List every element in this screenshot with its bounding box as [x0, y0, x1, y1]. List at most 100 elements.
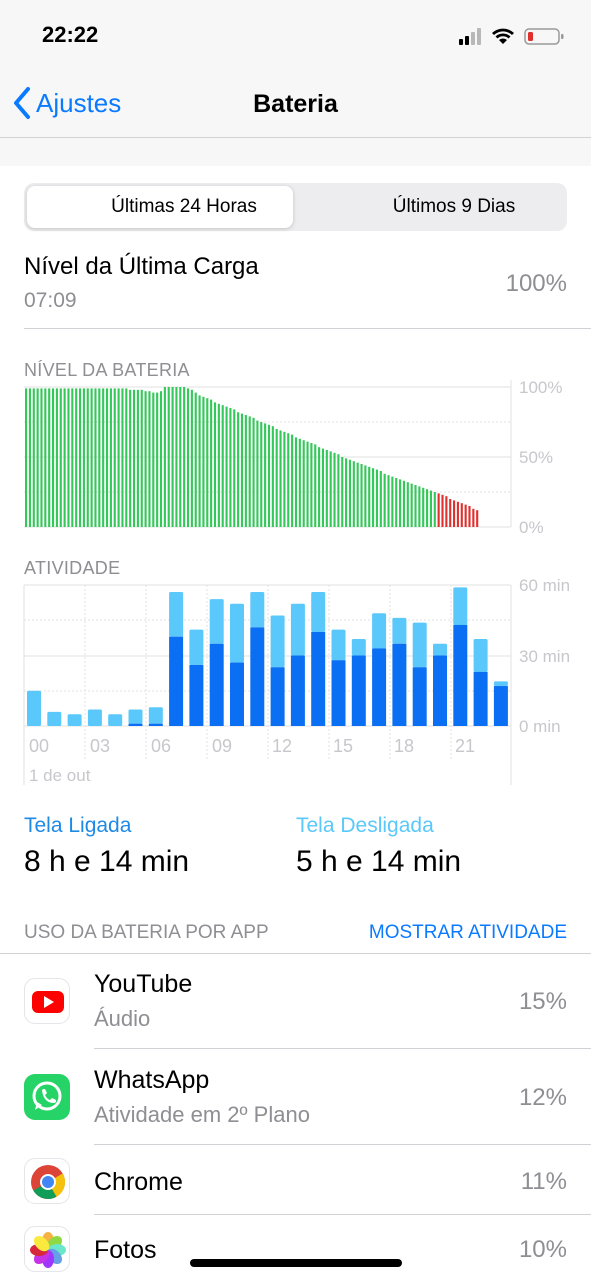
battery-bar [63, 388, 66, 527]
app-row-whatsapp[interactable]: WhatsApp Atividade em 2º Plano 12% [0, 1050, 591, 1145]
activity-bar-screen-off [47, 711, 62, 726]
activity-bar-screen-off [493, 681, 508, 687]
activity-bar-screen-off [189, 629, 204, 665]
battery-bar [441, 494, 444, 527]
battery-bar [264, 423, 267, 527]
activity-x-axis: 00 03 06 09 12 15 18 21 1 de out [29, 736, 475, 785]
chrome-icon [24, 1158, 70, 1204]
activity-bar-screen-on [148, 723, 163, 726]
battery-bar [51, 388, 55, 527]
date-label: 1 de out [29, 766, 91, 785]
activity-bar-screen-off [108, 714, 123, 726]
battery-bar [271, 426, 274, 527]
battery-bar [406, 482, 409, 527]
battery-bar [352, 461, 355, 527]
activity-bar-screen-off [250, 592, 265, 628]
activity-bar-screen-off [270, 615, 285, 668]
battery-bar [287, 433, 290, 527]
battery-bar [67, 388, 70, 527]
activity-bar-screen-off [169, 592, 184, 637]
battery-bar [144, 391, 147, 527]
x-tick-12: 12 [272, 736, 292, 756]
battery-bar [163, 387, 166, 527]
battery-bar [28, 388, 31, 527]
activity-bars [27, 587, 508, 726]
show-activity-button[interactable]: MOSTRAR ATIVIDADE [369, 922, 567, 944]
battery-bar [383, 473, 386, 527]
battery-bar [98, 388, 101, 527]
activity-bar-screen-on [230, 662, 244, 726]
battery-bar [82, 388, 85, 527]
battery-bar [356, 462, 359, 527]
battery-bar [445, 496, 448, 527]
battery-bar [59, 388, 62, 527]
battery-bar [391, 476, 394, 527]
divider [94, 1048, 591, 1049]
screen-off-value: 5 h e 14 min [296, 845, 462, 878]
activity-bar-screen-off [392, 617, 407, 644]
battery-bar [314, 444, 317, 527]
battery-bar [395, 478, 398, 527]
activity-bar-screen-on [453, 624, 468, 726]
activity-bar-screen-on [311, 632, 326, 726]
battery-bar [321, 448, 325, 527]
battery-bar [229, 408, 232, 527]
app-row-photos[interactable]: Fotos 10% [0, 1216, 591, 1280]
activity-bar-screen-on [372, 648, 387, 726]
activity-tick-30: 30 min [519, 647, 570, 666]
activity-bar-screen-off [473, 639, 488, 672]
battery-bar [341, 457, 344, 527]
app-subtitle: Áudio [94, 1006, 151, 1031]
battery-bar [399, 479, 402, 527]
photos-icon [24, 1226, 70, 1272]
battery-bar [283, 431, 286, 527]
battery-bar [183, 387, 186, 527]
activity-bar-screen-off [87, 709, 102, 726]
battery-bar [360, 464, 363, 527]
battery-bar [36, 388, 39, 527]
battery-bar [136, 389, 139, 527]
x-tick-18: 18 [394, 736, 414, 756]
battery-bar [217, 403, 220, 527]
battery-bar [418, 486, 421, 527]
divider [94, 1214, 591, 1215]
app-row-chrome[interactable]: Chrome 11% [0, 1146, 591, 1215]
activity-bar-screen-on [209, 643, 224, 726]
battery-bar [310, 443, 313, 527]
activity-bar-screen-off [453, 587, 468, 625]
activity-bar-screen-off [351, 639, 366, 656]
battery-bar [468, 506, 471, 527]
battery-bar [472, 508, 475, 527]
battery-bar [159, 391, 163, 527]
battery-bar [372, 468, 375, 527]
battery-bar [132, 389, 136, 527]
battery-bar [402, 480, 405, 527]
battery-bar [190, 389, 193, 527]
battery-bar [186, 388, 190, 527]
battery-bar [86, 388, 89, 527]
app-row-youtube[interactable]: YouTube Áudio 15% [0, 954, 591, 1049]
activity-bar-screen-off [148, 707, 163, 724]
activity-bar-screen-off [67, 714, 82, 726]
app-percent: 10% [518, 1236, 567, 1263]
battery-bar [140, 389, 143, 527]
battery-bar [325, 450, 328, 527]
battery-bar [267, 424, 271, 527]
activity-y-axis: 60 min 30 min 0 min [519, 576, 570, 736]
battery-bar [213, 402, 217, 527]
battery-bar [410, 483, 413, 527]
battery-bar [113, 388, 116, 527]
screen-on-value: 8 h e 14 min [24, 845, 190, 878]
activity-bar-screen-on [270, 667, 285, 726]
activity-bar-screen-off [331, 629, 346, 661]
battery-bar [175, 387, 178, 527]
activity-bar-screen-off [412, 622, 427, 668]
battery-bar [333, 452, 336, 527]
battery-bar [75, 388, 78, 527]
battery-bar [260, 422, 263, 527]
x-tick-21: 21 [455, 736, 475, 756]
home-indicator[interactable] [190, 1259, 402, 1267]
app-percent: 11% [520, 1168, 567, 1195]
battery-bar [460, 503, 463, 527]
activity-tick-0: 0 min [519, 717, 561, 736]
